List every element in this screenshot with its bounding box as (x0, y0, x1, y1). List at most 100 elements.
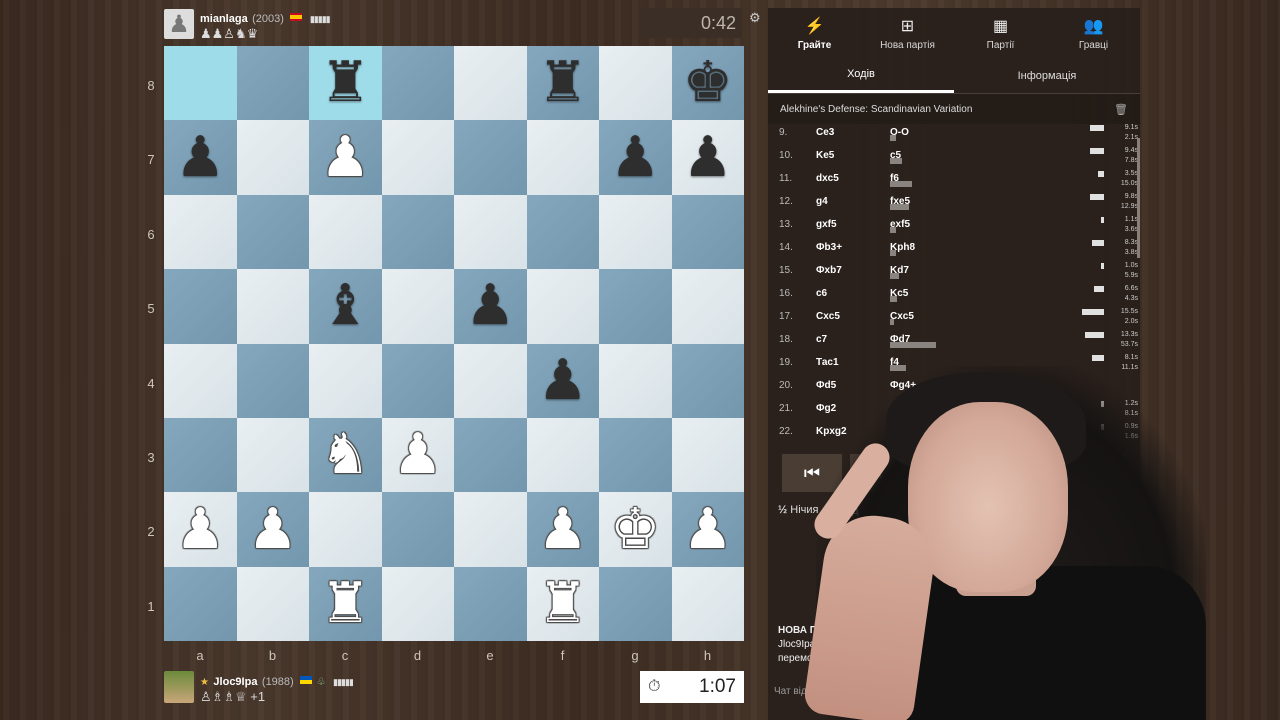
piece-f1[interactable]: ♜ (538, 575, 588, 632)
move-list-scrollbar[interactable] (1137, 138, 1140, 258)
square-d3[interactable]: ♟ (381, 417, 454, 493)
square-a7[interactable]: ♟ (164, 120, 237, 195)
square-e6[interactable] (454, 194, 527, 270)
square-d4[interactable] (381, 343, 454, 418)
square-c7[interactable]: ♟ (309, 120, 382, 195)
white-move[interactable]: dxc5 (816, 173, 839, 184)
square-a8[interactable] (164, 46, 237, 121)
square-b6[interactable] (236, 194, 309, 270)
square-d8[interactable] (381, 46, 454, 121)
piece-b2[interactable]: ♟ (248, 501, 298, 558)
square-b2[interactable]: ♟ (236, 492, 309, 567)
square-e3[interactable] (454, 417, 527, 493)
white-move[interactable]: Фb3+ (816, 242, 842, 253)
square-a1[interactable] (164, 566, 237, 642)
white-move[interactable]: Се3 (816, 127, 834, 138)
square-b8[interactable] (236, 46, 309, 121)
square-e4[interactable] (454, 343, 527, 418)
white-move[interactable]: gxf5 (816, 219, 837, 230)
square-c8[interactable]: ♜ (309, 46, 382, 121)
piece-c5[interactable]: ♝ (320, 278, 370, 334)
bottom-player-name[interactable]: Jloc9Ipa (213, 676, 257, 688)
white-move[interactable]: Ke5 (816, 150, 834, 161)
piece-d3[interactable]: ♟ (393, 427, 443, 483)
square-f6[interactable] (526, 194, 599, 270)
square-f2[interactable]: ♟ (526, 492, 599, 567)
piece-a7[interactable]: ♟ (175, 129, 225, 186)
piece-g7[interactable]: ♟ (610, 129, 660, 186)
square-g2[interactable]: ♚ (599, 492, 672, 567)
square-g4[interactable] (599, 343, 672, 418)
square-c2[interactable] (309, 492, 382, 567)
top-player-name[interactable]: mianlaga (200, 13, 248, 25)
square-h2[interactable]: ♟ (671, 492, 744, 567)
square-g8[interactable] (599, 46, 672, 121)
nav-new-game[interactable]: ⊞ Нова партія (861, 8, 954, 58)
square-h1[interactable] (671, 566, 744, 642)
draw-button[interactable]: ½ Нічия (778, 504, 818, 517)
tab-info[interactable]: Інформація (954, 58, 1140, 93)
square-b4[interactable] (236, 343, 309, 418)
square-c1[interactable]: ♜ (309, 566, 382, 642)
piece-f2[interactable]: ♟ (538, 501, 588, 558)
square-f4[interactable]: ♟ (526, 343, 599, 418)
square-e5[interactable]: ♟ (454, 269, 527, 344)
square-a3[interactable] (164, 417, 237, 493)
square-b7[interactable] (236, 120, 309, 195)
white-move[interactable]: Cxc5 (816, 311, 840, 322)
square-g6[interactable] (599, 194, 672, 270)
square-c6[interactable] (309, 194, 382, 270)
square-d5[interactable] (381, 269, 454, 344)
top-player-avatar[interactable]: ♟ (164, 9, 194, 39)
square-b3[interactable] (236, 417, 309, 493)
piece-c3[interactable]: ♞ (320, 427, 370, 483)
white-move[interactable]: c7 (816, 334, 827, 345)
square-a5[interactable] (164, 269, 237, 344)
square-d1[interactable] (381, 566, 454, 642)
square-f7[interactable] (526, 120, 599, 195)
piece-c7[interactable]: ♟ (320, 129, 370, 186)
square-f3[interactable] (526, 417, 599, 493)
square-a4[interactable] (164, 343, 237, 418)
square-h3[interactable] (671, 417, 744, 493)
piece-h7[interactable]: ♟ (683, 129, 733, 186)
piece-a2[interactable]: ♟ (175, 501, 225, 558)
square-h7[interactable]: ♟ (671, 120, 744, 195)
gear-icon[interactable]: ⚙ (749, 10, 761, 26)
square-e7[interactable] (454, 120, 527, 195)
square-b5[interactable] (236, 269, 309, 344)
piece-f8[interactable]: ♜ (538, 55, 588, 111)
square-h5[interactable] (671, 269, 744, 344)
piece-h2[interactable]: ♟ (683, 501, 733, 558)
piece-c1[interactable]: ♜ (320, 575, 370, 632)
square-c4[interactable] (309, 343, 382, 418)
square-d2[interactable] (381, 492, 454, 567)
square-g1[interactable] (599, 566, 672, 642)
piece-f4[interactable]: ♟ (538, 352, 588, 409)
bottom-player-avatar[interactable] (164, 671, 194, 703)
square-f1[interactable]: ♜ (526, 566, 599, 642)
square-f5[interactable] (526, 269, 599, 344)
square-e8[interactable] (454, 46, 527, 121)
white-move[interactable]: g4 (816, 196, 828, 207)
nav-games[interactable]: ▦ Партії (954, 8, 1047, 58)
white-move[interactable]: c6 (816, 288, 827, 299)
square-h6[interactable] (671, 194, 744, 270)
chess-board[interactable]: ♜ ♜ ♚ ♟ ♟ ♟ ♟ ♝ ♟ ♟ ♞ ♟ ♟ ♟ ♟ ♚ ♟ ♜ ♜ (164, 46, 744, 642)
square-e1[interactable] (454, 566, 527, 642)
nav-players[interactable]: 👥 Гравці (1047, 8, 1140, 58)
square-a2[interactable]: ♟ (164, 492, 237, 567)
piece-h8[interactable]: ♚ (683, 55, 733, 111)
square-f8[interactable]: ♜ (526, 46, 599, 121)
piece-c8[interactable]: ♜ (320, 55, 370, 111)
square-a6[interactable] (164, 194, 237, 270)
square-g5[interactable] (599, 269, 672, 344)
square-e2[interactable] (454, 492, 527, 567)
trash-icon[interactable]: 🗑 (1114, 103, 1128, 116)
piece-g2[interactable]: ♚ (610, 501, 660, 558)
piece-e5[interactable]: ♟ (465, 278, 515, 334)
nav-play[interactable]: ⚡ Грайте (768, 8, 861, 58)
square-c5[interactable]: ♝ (309, 269, 382, 344)
square-b1[interactable] (236, 566, 309, 642)
square-g3[interactable] (599, 417, 672, 493)
